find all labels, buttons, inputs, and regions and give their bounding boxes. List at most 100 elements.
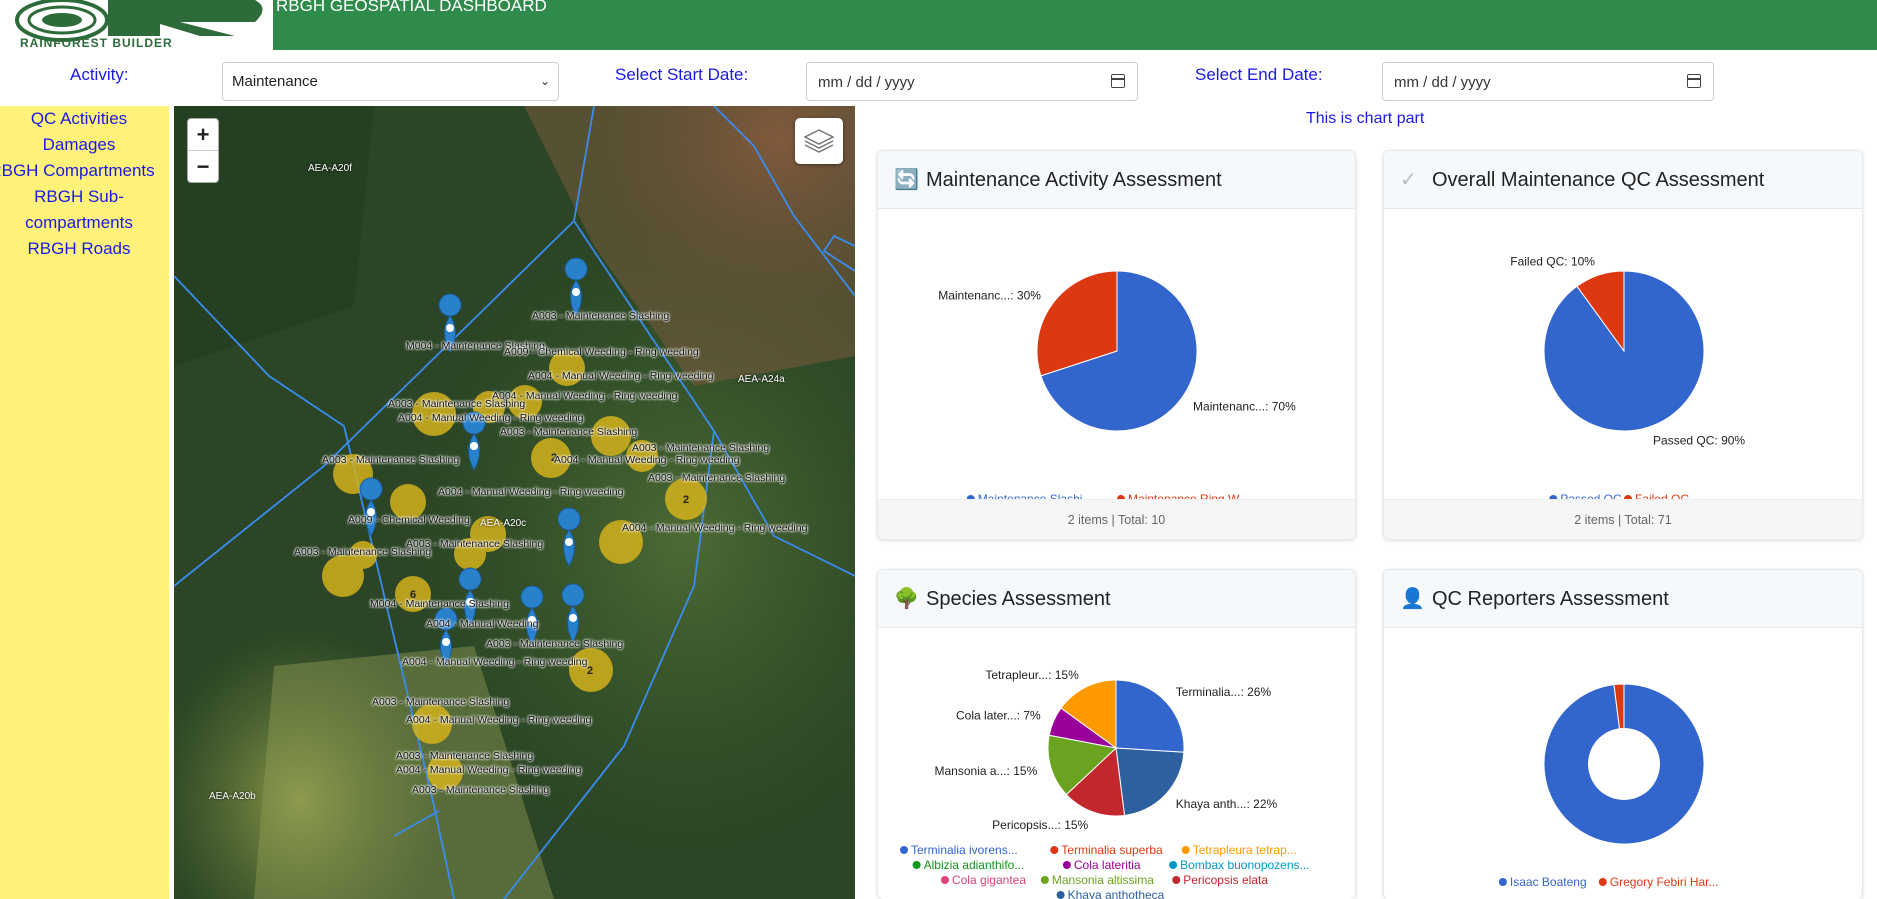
card-header: 🌳 Species Assessment <box>878 570 1355 628</box>
legend-entry[interactable]: Maintenance Slashi... <box>978 492 1093 499</box>
map-view[interactable]: 2 6 2 2 + − AEA-A20f AEA-A24a AEA-A20c A… <box>174 106 855 899</box>
legend-entry[interactable]: Terminalia superba <box>1061 843 1163 857</box>
marker-label[interactable]: A004 - Manual Weeding - Ring weeding <box>528 370 713 382</box>
marker-label[interactable]: A004 - Manual Weeding - Ring weeding <box>402 656 587 668</box>
legend-entry[interactable]: Tetrapleura tetrap... <box>1193 843 1297 857</box>
card-header: 🔄 Maintenance Activity Assessment <box>878 151 1355 209</box>
legend-entry[interactable]: Albizia adianthifo... <box>924 858 1025 872</box>
legend-entry[interactable]: Passed QC <box>1560 492 1622 499</box>
legend-dot <box>1062 861 1071 869</box>
marker-label[interactable]: A004 - Manual Weeding - Ring weeding <box>438 486 623 498</box>
end-date-input[interactable]: mm / dd / yyyy <box>1382 62 1714 101</box>
card-title: QC Reporters Assessment <box>1432 588 1669 610</box>
marker-label[interactable]: M004 - Maintenance Slashing <box>370 598 509 610</box>
marker-label[interactable]: A004 - Manual Weeding - Ring weeding <box>554 454 739 466</box>
chart-part-heading: This is chart part <box>1306 110 1425 127</box>
marker-label[interactable]: A004 - Manual Weeding <box>426 618 538 630</box>
card-title: Species Assessment <box>926 588 1111 610</box>
legend-dot <box>912 861 921 869</box>
legend-entry[interactable]: Bombax buonopozens... <box>1180 858 1309 872</box>
marker-label[interactable]: A003 - Maintenance Slashing <box>396 750 533 762</box>
card-title: Maintenance Activity Assessment <box>926 169 1222 191</box>
maintenance-activity-card: 🔄 Maintenance Activity Assessment Mainten… <box>877 150 1356 540</box>
marker-label[interactable]: A004 - Manual Weeding - Ring weeding <box>398 412 583 424</box>
legend-dot <box>1181 846 1190 854</box>
card-title: Overall Maintenance QC Assessment <box>1432 169 1765 191</box>
marker-label[interactable]: A004 - Manual Weeding - Ring weeding <box>622 522 807 534</box>
chevron-down-icon: ⌄ <box>539 74 550 88</box>
legend-dot <box>1498 878 1507 886</box>
slice-label: Cola later...: 7% <box>956 708 1041 722</box>
checkmark-icon: ✓ <box>1400 169 1417 191</box>
tree-icon: 🌳 <box>894 588 919 610</box>
slice-label: Maintenanc...: 30% <box>938 289 1041 303</box>
marker-label[interactable]: A003 - Maintenance Slashing <box>500 426 637 438</box>
start-date-placeholder: mm / dd / yyyy <box>818 74 915 91</box>
legend-entry[interactable]: Maintenance Ring W... <box>1128 492 1249 499</box>
sidebar-item-rbgh-sub[interactable]: RBGH Sub- <box>0 184 158 210</box>
end-date-label: Select End Date: <box>1195 65 1323 84</box>
marker-label[interactable]: A003 - Maintenance Slashing <box>532 310 669 322</box>
marker-label[interactable]: A003 - Maintenance Slashing <box>632 442 769 454</box>
legend-entry[interactable]: Pericopsis elata <box>1183 873 1268 887</box>
legend-dot <box>900 846 908 854</box>
slice-label: Passed QC: 90% <box>1653 433 1745 447</box>
zoom-out-button[interactable]: − <box>188 151 218 183</box>
slice-label: Pericopsis...: 15% <box>992 818 1088 832</box>
marker-label[interactable]: A003 - Maintenance Slashing <box>486 638 623 650</box>
reporters-donut-chart: Isaac Boateng Gregory Febiri Har... <box>1498 683 1719 889</box>
qc-assessment-card: ✓ Overall Maintenance QC Assessment Passe… <box>1383 150 1863 540</box>
sidebar-item-rbgh-roads[interactable]: RBGH Roads <box>0 236 158 262</box>
sidebar-item-compartments[interactable]: compartments <box>0 210 158 236</box>
marker-label[interactable]: A004 - Manual Weeding - Ring weeding <box>396 764 581 776</box>
legend-entry[interactable]: Cola lateritia <box>1074 858 1141 872</box>
card-header: ✓ Overall Maintenance QC Assessment <box>1384 151 1862 209</box>
marker-label[interactable]: A003 - Maintenance Slashing <box>412 784 549 796</box>
maintenance-pie-chart: Maintenanc...: 70% Maintenanc...: 30% Main… <box>938 270 1296 499</box>
calendar-icon[interactable] <box>1687 74 1701 88</box>
legend-dot <box>1050 846 1059 854</box>
layers-button[interactable] <box>795 118 843 164</box>
legend-entry[interactable]: Failed QC <box>1635 492 1689 499</box>
svg-text:2: 2 <box>683 494 689 506</box>
marker-label[interactable]: A004 - Manual Weeding - Ring weeding <box>406 714 591 726</box>
legend-entry[interactable]: Cola gigantea <box>952 873 1026 887</box>
legend-entry[interactable]: Terminalia ivorens... <box>911 843 1018 857</box>
legend-dot <box>1056 891 1065 899</box>
pie-slice[interactable] <box>1115 679 1185 753</box>
legend-dot <box>1172 876 1181 884</box>
species-pie-chart: Terminalia...: 26% Khaya anth...: 22% Peri… <box>900 668 1310 899</box>
marker-label[interactable]: A003 - Maintenance Slashing <box>388 398 525 410</box>
sidebar-item-rbgh-compartments[interactable]: RBGH Compartments <box>0 158 158 184</box>
zoom-control: + − <box>187 118 219 183</box>
pie-slice[interactable] <box>1115 747 1185 817</box>
zoom-in-button[interactable]: + <box>188 119 218 151</box>
layers-icon <box>803 129 835 153</box>
qc-pie-chart: Passed QC: 90% Failed QC: 10% Passed QC Fai… <box>1510 255 1745 499</box>
slice-label: Khaya anth...: 22% <box>1176 797 1278 811</box>
sidebar-item-qc-activities[interactable]: QC Activities <box>0 106 158 132</box>
legend-entry[interactable]: Isaac Boateng <box>1510 875 1587 889</box>
filter-bar: Activity: Maintenance ⌄ Select Start Dat… <box>0 50 1877 106</box>
calendar-icon[interactable] <box>1111 74 1125 88</box>
marker-label[interactable]: A009 - Chemical Weeding <box>348 514 470 526</box>
activity-label: Activity: <box>70 65 129 84</box>
sidebar: QC Activities Damages RBGH Compartments … <box>0 106 169 899</box>
legend-entry[interactable]: Mansonia altissima <box>1052 873 1154 887</box>
marker-label[interactable]: A003 - Maintenance Slashing <box>648 472 785 484</box>
svg-text:RAINFOREST BUILDER: RAINFOREST BUILDER <box>20 36 173 50</box>
legend-dot <box>940 876 949 884</box>
qc-reporters-card: 👤 QC Reporters Assessment Isaac Boateng Gr… <box>1383 569 1863 899</box>
start-date-input[interactable]: mm / dd / yyyy <box>806 62 1138 101</box>
rainforest-builder-logo: RAINFOREST BUILDER <box>0 0 273 50</box>
marker-label[interactable]: A003 - Maintenance Slashing <box>372 696 509 708</box>
activity-select[interactable]: Maintenance ⌄ <box>222 62 559 101</box>
legend-dot <box>1598 878 1607 886</box>
legend-entry[interactable]: Khaya anthotheca <box>1068 888 1165 899</box>
sidebar-item-damages[interactable]: Damages <box>0 132 158 158</box>
marker-label[interactable]: A003 - Maintenance Slashing <box>322 454 459 466</box>
card-header: 👤 QC Reporters Assessment <box>1384 570 1862 628</box>
marker-label[interactable]: A009 - Chemical Weeding - Ring weeding <box>504 346 699 358</box>
marker-label[interactable]: A003 - Maintenance Slashing <box>406 538 543 550</box>
legend-entry[interactable]: Gregory Febiri Har... <box>1610 875 1719 889</box>
